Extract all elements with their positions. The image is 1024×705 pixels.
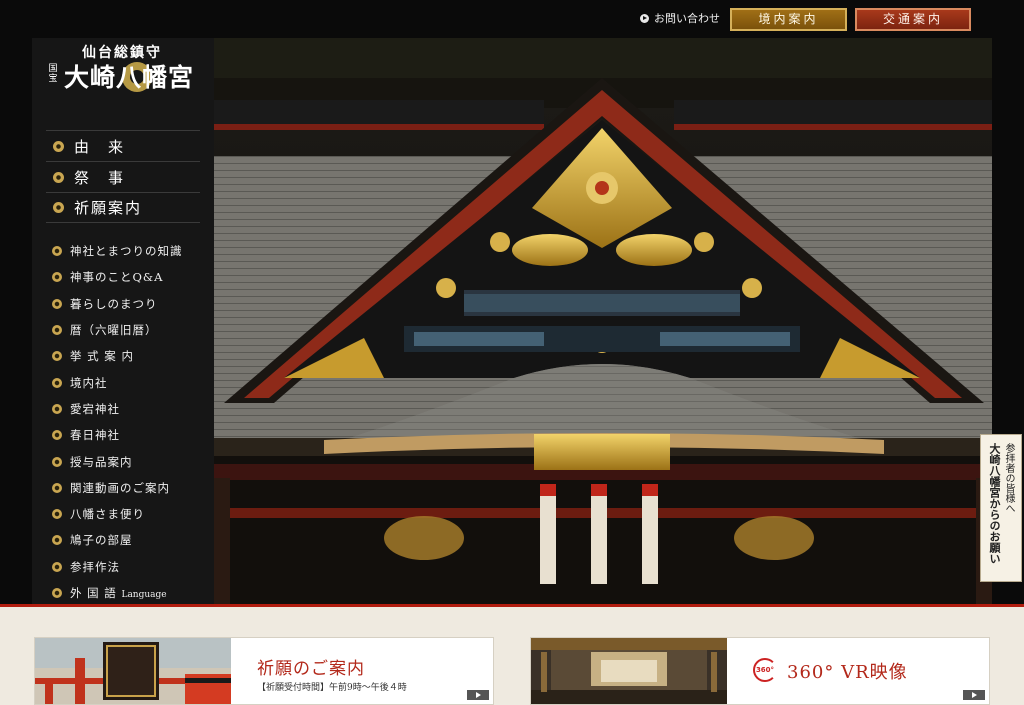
sub-nav: 神社とまつりの知識 神事のことQ&A 暮らしのまつり 暦（六曜旧暦） 挙 式 案… (52, 238, 208, 606)
sub-nav-item[interactable]: 春日神社 (52, 422, 208, 448)
vr-video-card[interactable]: 360° 360° VR映像 (530, 637, 990, 705)
language-label: 外 国 語 (70, 586, 117, 600)
sub-nav-label: 八幡さま便り (70, 507, 145, 522)
nav-item-prayer[interactable]: 祈願案内 (46, 192, 200, 223)
logo-name: 大崎八幡宮 (64, 63, 195, 92)
mon-icon (52, 325, 62, 336)
sub-nav-item[interactable]: 神社とまつりの知識 (52, 238, 208, 264)
sub-nav-item[interactable]: 関連動画のご案内 (52, 475, 208, 501)
mon-icon (52, 403, 62, 414)
mon-icon (52, 509, 62, 520)
sub-nav-item-language[interactable]: 外 国 語 Language (52, 580, 208, 606)
nav-label: 祈願案内 (74, 199, 143, 217)
vr-thumbnail (531, 638, 727, 704)
notice-line-2: 大崎八幡宮からのお願い (988, 443, 1001, 564)
mon-icon (52, 351, 62, 362)
mon-icon (52, 272, 62, 283)
sub-nav-label: 愛宕神社 (70, 401, 120, 416)
prayer-card-title: 祈願のご案内 (257, 659, 365, 679)
shrine-interior-image (531, 638, 727, 704)
sub-nav-item[interactable]: 八幡さま便り (52, 501, 208, 527)
prayer-thumbnail (35, 638, 231, 704)
nav-item-history[interactable]: 由 来 (46, 130, 200, 161)
sub-nav-item[interactable]: 愛宕神社 (52, 396, 208, 422)
visitor-notice-tab[interactable]: 参拝者の皆様へ 大崎八幡宮からのお願い (980, 434, 1022, 582)
feature-band: 祈願のご案内 【祈願受付時間】午前9時～午後４時 360° 360° VR映像 (0, 604, 1024, 705)
arrow-right-icon (467, 690, 489, 700)
main-nav: 由 来 祭 事 祈願案内 (46, 130, 200, 223)
prayer-guide-card[interactable]: 祈願のご案内 【祈願受付時間】午前9時～午後４時 (34, 637, 494, 705)
site-logo[interactable]: 仙台総鎮守 国宝 大崎八幡宮 (32, 38, 214, 102)
mon-icon (52, 377, 62, 388)
sub-nav-label: 挙 式 案 内 (70, 349, 134, 364)
sub-nav-label: 神事のことQ&A (70, 270, 164, 285)
sub-nav-label: 関連動画のご案内 (70, 480, 170, 495)
mon-icon (52, 298, 62, 309)
top-bar: お問い合わせ 境内案内 交通案内 (0, 0, 1024, 38)
sub-nav-item[interactable]: 鳩子の部屋 (52, 527, 208, 553)
sub-nav-label: 暮らしのまつり (70, 296, 158, 311)
sidebar: 仙台総鎮守 国宝 大崎八幡宮 由 来 祭 事 祈願案内 神社とまつりの知識 神事… (32, 38, 214, 604)
sub-nav-item[interactable]: 授与品案内 (52, 448, 208, 474)
torii-image (35, 638, 231, 704)
contact-label: お問い合わせ (654, 12, 720, 25)
sub-nav-label: 暦（六曜旧暦） (70, 323, 158, 338)
mon-icon (52, 561, 62, 572)
sub-nav-item[interactable]: 境内社 (52, 369, 208, 395)
language-sub-label: Language (121, 590, 167, 600)
sub-nav-item[interactable]: 暮らしのまつり (52, 291, 208, 317)
prayer-hours: 【祈願受付時間】午前9時～午後４時 (257, 683, 407, 693)
precinct-guide-button[interactable]: 境内案内 (730, 8, 847, 31)
sub-nav-label: 春日神社 (70, 428, 120, 443)
sub-nav-label: 鳩子の部屋 (70, 533, 133, 548)
vr-360-icon: 360° (753, 658, 777, 682)
contact-link[interactable]: お問い合わせ (640, 10, 720, 26)
mon-icon (52, 246, 62, 257)
mon-icon (53, 171, 64, 183)
mon-icon (52, 430, 62, 441)
vr-card-title: 360° VR映像 (787, 662, 908, 683)
play-arrow-icon (640, 13, 649, 23)
mon-icon (52, 482, 62, 493)
sub-nav-label: 境内社 (70, 375, 108, 390)
sub-nav-label: 外 国 語 Language (70, 585, 167, 601)
shrine-illustration (214, 38, 992, 604)
sub-nav-label: 参拝作法 (70, 559, 120, 574)
sub-nav-item[interactable]: 挙 式 案 内 (52, 343, 208, 369)
sub-nav-label: 授与品案内 (70, 454, 133, 469)
sub-nav-label: 神社とまつりの知識 (70, 244, 183, 259)
logo-kokuho: 国宝 (48, 64, 58, 84)
mon-icon (52, 456, 62, 467)
mon-icon (52, 535, 62, 546)
sub-nav-item[interactable]: 神事のことQ&A (52, 264, 208, 290)
mon-icon (53, 202, 64, 213)
mon-icon (52, 588, 62, 598)
nav-label: 祭 事 (74, 168, 126, 187)
hero-image (214, 38, 992, 604)
sub-nav-item[interactable]: 暦（六曜旧暦） (52, 317, 208, 343)
notice-line-1: 参拝者の皆様へ (1003, 443, 1014, 513)
nav-label: 由 来 (74, 137, 126, 156)
nav-item-festivals[interactable]: 祭 事 (46, 161, 200, 192)
mon-icon (53, 140, 64, 152)
sub-nav-item[interactable]: 参拝作法 (52, 554, 208, 580)
arrow-right-icon (963, 690, 985, 700)
access-guide-button[interactable]: 交通案内 (855, 8, 971, 31)
